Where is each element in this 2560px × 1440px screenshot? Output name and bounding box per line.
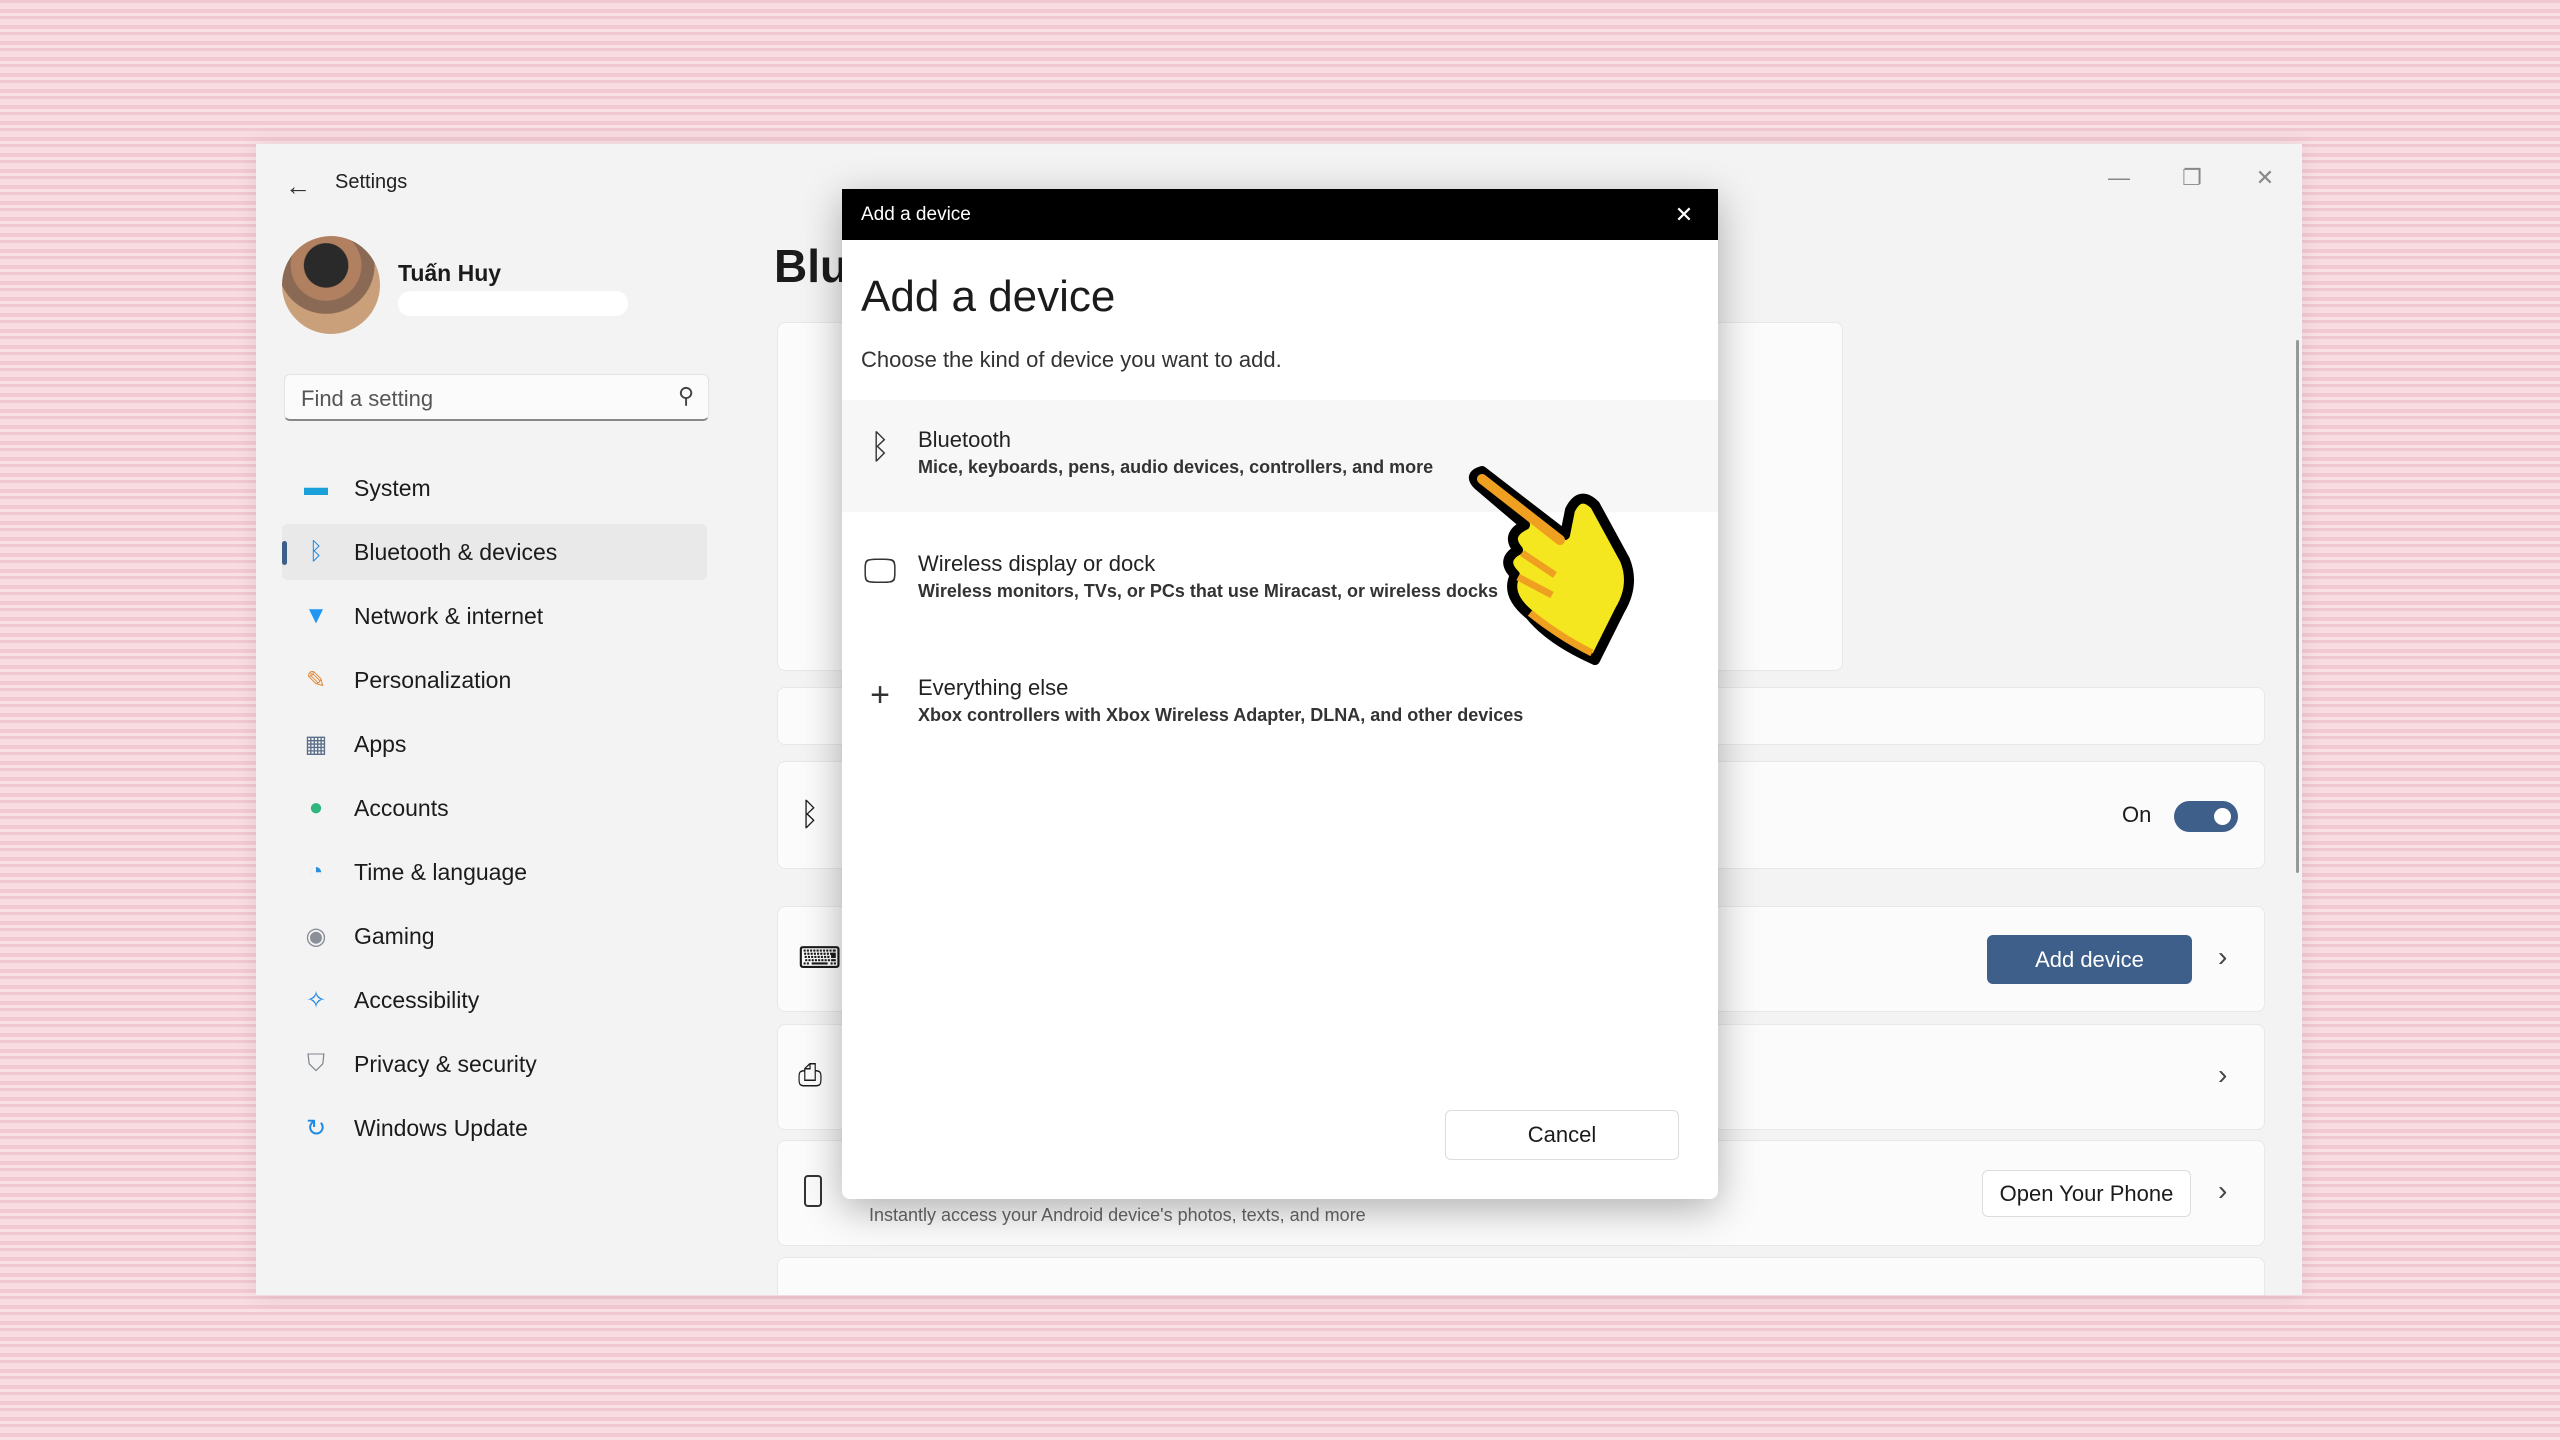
option-title: Everything else	[918, 675, 1069, 700]
pointing-hand-cursor-icon	[1468, 466, 1634, 665]
phone-description: Instantly access your Android device's p…	[869, 1205, 1366, 1225]
sidebar-item-network-internet[interactable]: ▼ Network & internet	[282, 588, 707, 644]
minimize-button[interactable]: —	[2089, 158, 2149, 198]
sidebar-item-label: Accessibility	[354, 986, 480, 1013]
sidebar-item-windows-update[interactable]: ↻ Windows Update	[282, 1100, 707, 1156]
dialog-heading: Add a device	[861, 272, 1116, 321]
sidebar-item-personalization[interactable]: ✎ Personalization	[282, 652, 707, 708]
sidebar-item-label: Personalization	[354, 666, 512, 693]
option-title: Wireless display or dock	[918, 551, 1156, 576]
add-device-dialog: Add a device ✕ Add a device Choose the k…	[842, 189, 1718, 1199]
sidebar-item-label: System	[354, 474, 431, 501]
sidebar-item-label: Apps	[354, 730, 407, 757]
gamepad-icon: ◉	[305, 922, 327, 950]
search-box[interactable]: Find a setting ⚲	[284, 374, 709, 421]
bluetooth-toggle-label: On	[2122, 802, 2152, 827]
scrollbar[interactable]	[2296, 340, 2299, 873]
back-button[interactable]: ←	[278, 166, 318, 206]
bluetooth-icon: ᛒ	[869, 428, 891, 466]
sidebar-item-accessibility[interactable]: ✧ Accessibility	[282, 972, 707, 1028]
sidebar-item-accounts[interactable]: ● Accounts	[282, 780, 707, 836]
bluetooth-icon: ᛒ	[308, 538, 324, 565]
dialog-close-button[interactable]: ✕	[1664, 195, 1704, 235]
sidebar-item-gaming[interactable]: ◉ Gaming	[282, 908, 707, 964]
dialog-titlebar-text: Add a device	[861, 204, 971, 225]
sidebar-item-privacy-security[interactable]: ⛉ Privacy & security	[282, 1036, 707, 1092]
brush-icon: ✎	[305, 666, 327, 694]
user-name: Tuấn Huy	[398, 260, 502, 286]
window-title: Settings	[335, 171, 408, 193]
maximize-button[interactable]: ❐	[2162, 158, 2222, 198]
person-icon: ●	[308, 794, 324, 821]
search-icon[interactable]: ⚲	[678, 383, 694, 409]
close-button[interactable]: ✕	[2235, 158, 2295, 198]
cancel-button[interactable]: Cancel	[1445, 1110, 1679, 1160]
bluetooth-toggle[interactable]	[2174, 801, 2238, 832]
phone-icon	[804, 1175, 822, 1207]
printer-icon: ⎙	[798, 1059, 822, 1092]
sidebar-item-label: Privacy & security	[354, 1050, 537, 1077]
page-title: Blu	[774, 240, 849, 292]
sidebar-item-label: Network & internet	[354, 602, 544, 629]
sidebar-item-label: Windows Update	[354, 1114, 528, 1141]
bluetooth-icon: ᛒ	[800, 796, 820, 832]
chevron-right-icon[interactable]: ›	[2218, 1059, 2227, 1091]
chevron-right-icon[interactable]: ›	[2218, 1175, 2227, 1207]
keyboard-mouse-icon: ⌨	[798, 942, 842, 975]
monitor-icon: ▬	[304, 474, 328, 501]
sidebar-item-label: Accounts	[354, 794, 449, 821]
add-device-button[interactable]: Add device	[1987, 935, 2192, 984]
sidebar-item-system[interactable]: ▬ System	[282, 460, 707, 516]
sidebar-item-apps[interactable]: ▦ Apps	[282, 716, 707, 772]
settings-row[interactable]	[777, 1257, 2265, 1295]
dialog-subtitle: Choose the kind of device you want to ad…	[861, 347, 1282, 372]
chevron-right-icon[interactable]: ›	[2218, 941, 2227, 973]
sidebar-item-label: Gaming	[354, 922, 435, 949]
option-description: Xbox controllers with Xbox Wireless Adap…	[918, 705, 1524, 725]
shield-icon: ⛉	[307, 1050, 325, 1077]
sidebar-item-bluetooth-devices[interactable]: ᛒ Bluetooth & devices	[282, 524, 707, 580]
search-input[interactable]: Find a setting	[301, 386, 433, 412]
wifi-icon: ▼	[304, 602, 328, 629]
globe-icon: ◔	[308, 858, 324, 885]
open-your-phone-button[interactable]: Open Your Phone	[1982, 1170, 2191, 1217]
option-description: Wireless monitors, TVs, or PCs that use …	[918, 581, 1499, 601]
update-icon: ↻	[305, 1114, 327, 1142]
sidebar-item-time-language[interactable]: ◔ Time & language	[282, 844, 707, 900]
apps-icon: ▦	[304, 730, 328, 758]
accessibility-icon: ✧	[305, 986, 327, 1014]
monitor-icon: 🖵	[863, 552, 897, 590]
option-title: Bluetooth	[918, 427, 1011, 452]
avatar[interactable]	[282, 236, 380, 334]
sidebar-item-label: Bluetooth & devices	[354, 538, 558, 565]
dialog-titlebar: Add a device	[842, 189, 1718, 240]
plus-icon: +	[870, 676, 890, 714]
user-email-redacted	[398, 291, 628, 316]
option-description: Mice, keyboards, pens, audio devices, co…	[918, 457, 1434, 477]
sidebar-item-label: Time & language	[354, 858, 528, 885]
